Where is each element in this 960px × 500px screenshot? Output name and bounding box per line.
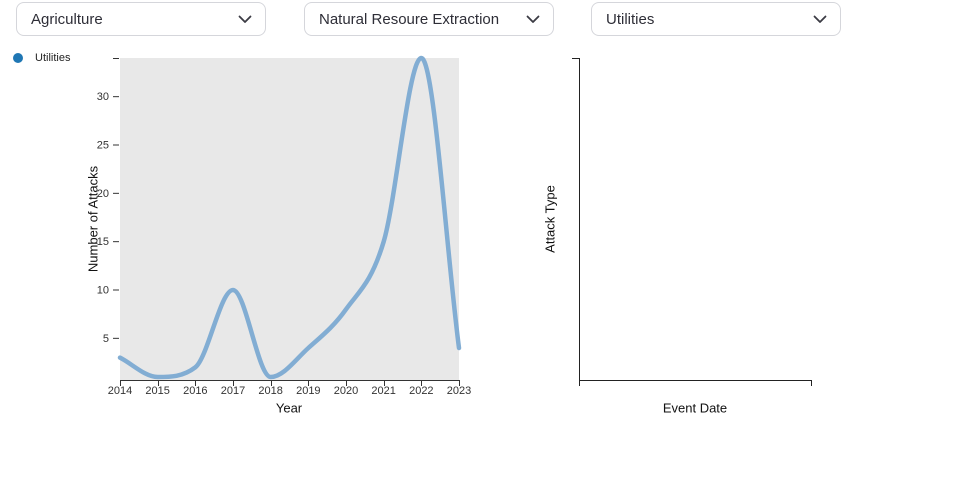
y-tick-label: 25 — [97, 140, 109, 152]
left-chart-x-axis-title: Year — [276, 401, 302, 416]
x-tick-label: 2015 — [145, 385, 169, 397]
y-tick-label: 30 — [97, 91, 109, 103]
right-chart-axes — [572, 59, 812, 387]
x-tick-label: 2018 — [258, 385, 282, 397]
x-tick-label: 2019 — [296, 385, 320, 397]
right-chart-y-axis-title: Attack Type — [543, 185, 558, 253]
y-tick-label: 10 — [97, 285, 109, 297]
y-tick-label: 5 — [103, 333, 109, 345]
right-chart-x-axis-title: Event Date — [663, 401, 727, 416]
x-tick-label: 2020 — [334, 385, 358, 397]
x-tick-label: 2022 — [409, 385, 433, 397]
x-tick-label: 2016 — [183, 385, 207, 397]
x-tick-label: 2023 — [447, 385, 471, 397]
left-chart-y-axis-title: Number of Attacks — [86, 166, 101, 272]
x-tick-label: 2017 — [221, 385, 245, 397]
x-tick-label: 2014 — [108, 385, 132, 397]
x-tick-label: 2021 — [371, 385, 395, 397]
charts-canvas: 5101520253020142015201620172018201920202… — [0, 0, 960, 430]
